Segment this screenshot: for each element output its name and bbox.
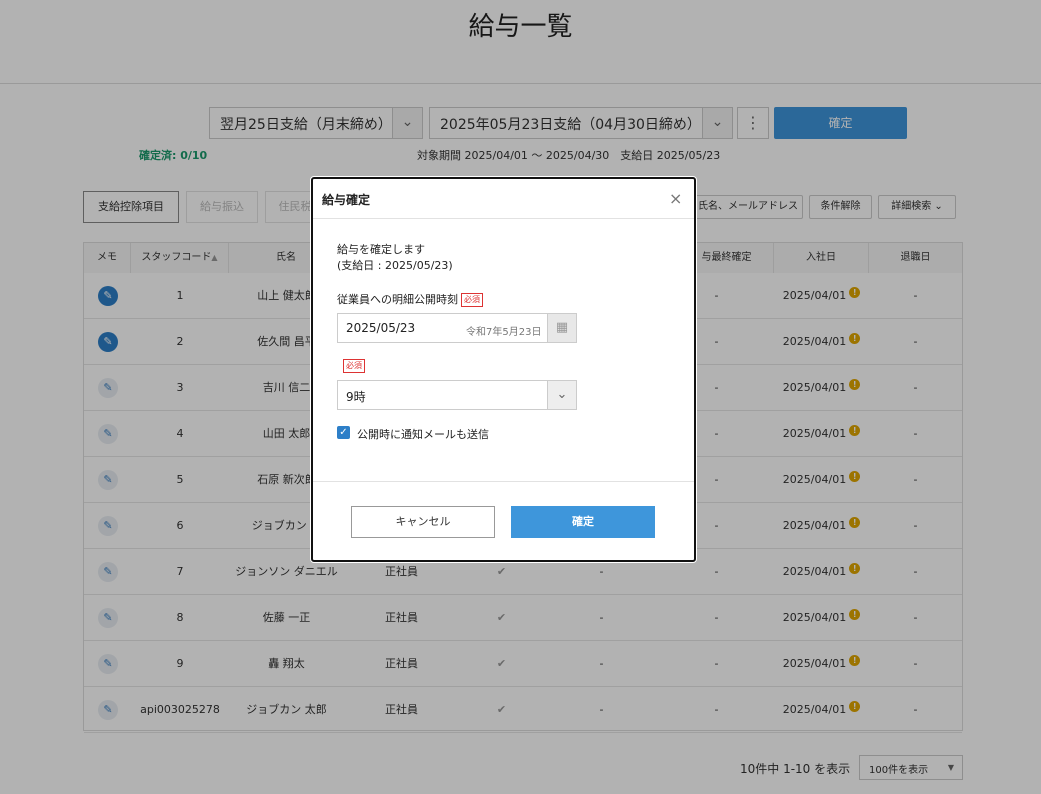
publish-date-wareki: 令和7年5月23日 bbox=[466, 327, 542, 338]
publish-date-value: 2025/05/23 bbox=[346, 321, 416, 335]
notify-email-checkbox[interactable]: ✓ bbox=[337, 426, 350, 439]
calendar-icon[interactable]: ▦ bbox=[547, 314, 576, 342]
publish-time-label: 従業員への明細公開時刻 必須 bbox=[337, 291, 483, 307]
required-badge: 必須 bbox=[461, 293, 483, 307]
chevron-down-icon: ⌄ bbox=[547, 381, 576, 409]
close-icon[interactable]: × bbox=[669, 189, 682, 208]
dialog-message-line2: (支給日 : 2025/05/23) bbox=[337, 259, 453, 272]
dialog-message-line1: 給与を確定します bbox=[337, 243, 425, 256]
dialog-title: 給与確定 bbox=[322, 193, 371, 207]
publish-hour-select[interactable]: 9時 ⌄ bbox=[337, 380, 577, 410]
cancel-button[interactable]: キャンセル bbox=[351, 506, 495, 538]
required-badge-time: 必須 bbox=[343, 359, 365, 373]
publish-time-label-text: 従業員への明細公開時刻 bbox=[337, 293, 458, 306]
confirm-button[interactable]: 確定 bbox=[511, 506, 655, 538]
publish-date-input[interactable]: 2025/05/23 令和7年5月23日 ▦ bbox=[337, 313, 577, 343]
publish-hour-value: 9時 bbox=[346, 390, 366, 404]
payroll-confirm-dialog: 給与確定 × 給与を確定します (支給日 : 2025/05/23) 従業員への… bbox=[311, 177, 696, 562]
notify-email-label[interactable]: 公開時に通知メールも送信 bbox=[357, 426, 489, 442]
dialog-message: 給与を確定します (支給日 : 2025/05/23) bbox=[337, 242, 453, 274]
dialog-header: 給与確定 × bbox=[313, 179, 694, 219]
dialog-footer-divider bbox=[313, 481, 694, 482]
